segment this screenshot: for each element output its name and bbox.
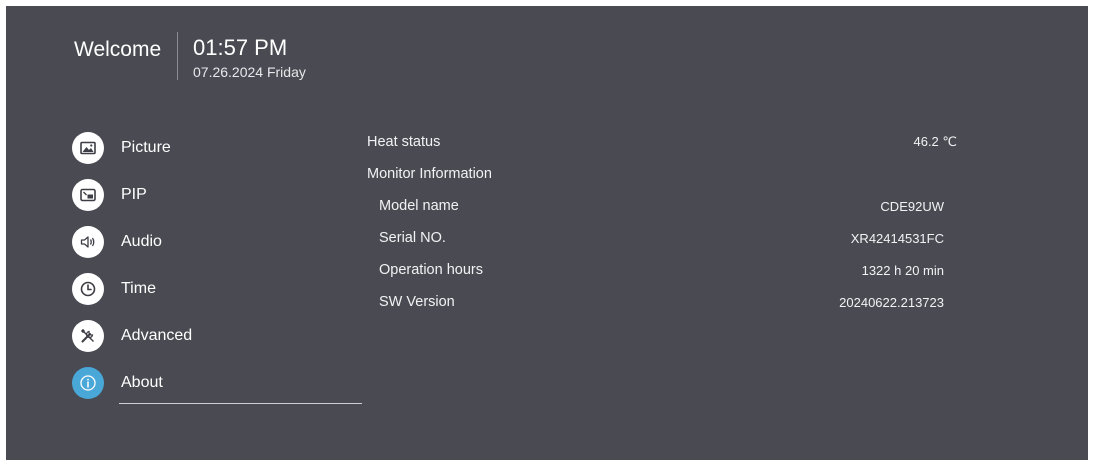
menu-label-about: About [121,373,163,391]
monitor-info-row: Monitor Information [367,158,957,190]
menu-label-audio: Audio [121,232,162,250]
header-divider [177,32,178,80]
menu-item-pip[interactable]: PIP [72,171,362,218]
menu-item-about[interactable]: About [72,359,362,406]
info-icon [72,366,104,399]
model-name-row: Model name CDE92UW [367,190,957,222]
selection-underline [119,403,362,404]
model-name-value: CDE92UW [880,198,944,214]
settings-menu: Picture PIP Audio Time Advanced About [72,124,362,406]
menu-item-advanced[interactable]: Advanced [72,312,362,359]
monitor-info-label: Monitor Information [367,166,492,182]
serial-value: XR42414531FC [850,230,944,246]
heat-status-value: 46.2 ℃ [913,134,957,149]
heat-status-row: Heat status 46.2 ℃ [367,126,957,158]
sw-version-row: SW Version 20240622.213723 [367,286,957,318]
menu-label-advanced: Advanced [121,326,193,344]
menu-item-time[interactable]: Time [72,265,362,312]
clock-icon [72,272,104,305]
sw-version-label: SW Version [379,294,455,310]
pip-icon [72,178,104,211]
menu-label-time: Time [121,279,156,297]
clock-date: 07.26.2024 Friday [193,64,306,80]
serial-label: Serial NO. [379,230,446,246]
operation-hours-row: Operation hours 1322 h 20 min [367,254,957,286]
sw-version-value: 20240622.213723 [839,294,944,310]
osd-screen: Welcome 01:57 PM 07.26.2024 Friday Pictu… [6,6,1088,460]
speaker-icon [72,225,104,258]
tools-icon [72,319,104,352]
picture-icon [72,131,104,164]
menu-item-audio[interactable]: Audio [72,218,362,265]
model-name-label: Model name [379,198,459,214]
menu-item-picture[interactable]: Picture [72,124,362,171]
operation-hours-value: 1322 h 20 min [861,262,944,278]
heat-status-label: Heat status [367,134,441,150]
welcome-title: Welcome [74,38,162,61]
operation-hours-label: Operation hours [379,262,483,278]
menu-label-picture: Picture [121,138,171,156]
menu-label-pip: PIP [121,185,147,203]
clock-time: 01:57 PM [193,35,288,60]
serial-row: Serial NO. XR42414531FC [367,222,957,254]
about-panel: Heat status 46.2 ℃ Monitor Information M… [367,126,957,318]
